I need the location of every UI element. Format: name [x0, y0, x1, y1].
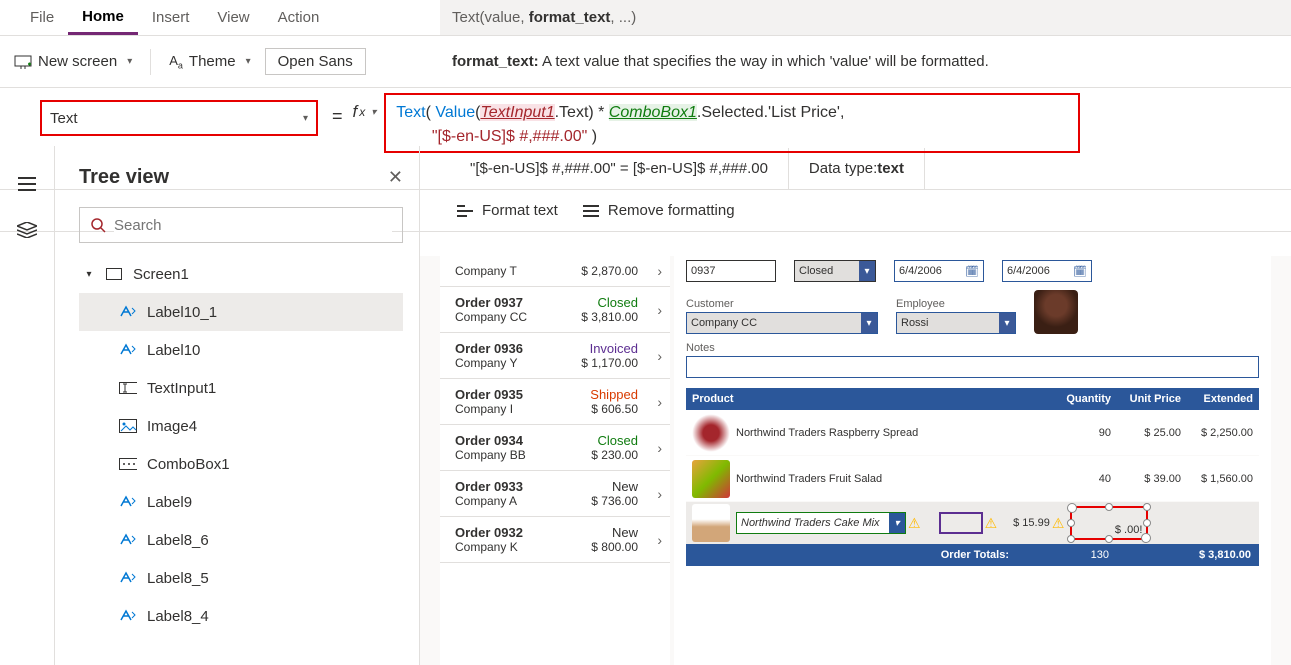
signature-description: format_text: A text value that specifies… — [452, 53, 989, 70]
close-icon[interactable]: ✕ — [388, 167, 403, 188]
order-list-item[interactable]: Order 0932Company KNew$ 800.00› — [440, 517, 670, 563]
font-selector[interactable]: Open Sans — [265, 48, 366, 75]
formula-preview: "[$-en-US]$ #,###.00" = [$-en-US]$ #,###… — [450, 148, 789, 189]
control-icon — [119, 343, 137, 357]
chevron-right-icon: › — [657, 394, 662, 410]
control-icon — [119, 381, 137, 395]
order-list-item[interactable]: Order 0937Company CCClosed$ 3,810.00› — [440, 287, 670, 333]
chevron-right-icon: › — [657, 440, 662, 456]
tree-item-label8_4[interactable]: Label8_4 — [79, 597, 403, 635]
tree-item-label10[interactable]: Label10 — [79, 331, 403, 369]
chevron-down-icon: ▾ — [303, 113, 308, 124]
menu-action[interactable]: Action — [264, 0, 334, 35]
layers-icon[interactable] — [17, 222, 37, 238]
control-icon — [119, 609, 137, 623]
search-input[interactable] — [114, 217, 392, 234]
tree-item-textinput1[interactable]: TextInput1 — [79, 369, 403, 407]
screen-icon — [105, 267, 123, 281]
search-icon — [90, 217, 106, 233]
tree-item-label10_1[interactable]: Label10_1 — [79, 293, 403, 331]
employee-label: Employee — [896, 298, 1016, 310]
order-list-item[interactable]: Order 0934Company BBClosed$ 230.00› — [440, 425, 670, 471]
menu-home[interactable]: Home — [68, 0, 138, 35]
menu-view[interactable]: View — [203, 0, 263, 35]
selected-label-extended[interactable]: $ .00! — [1070, 506, 1148, 540]
screen-icon — [14, 55, 32, 69]
product-table-header: Product Quantity Unit Price Extended — [686, 388, 1259, 410]
date2-input[interactable]: 6/4/2006🗓 — [1002, 260, 1092, 282]
order-totals-row: Order Totals: 130 $ 3,810.00 — [686, 544, 1259, 566]
control-icon — [119, 457, 137, 471]
notes-label: Notes — [686, 342, 1259, 354]
tree-item-image4[interactable]: Image4 — [79, 407, 403, 445]
chevron-right-icon: › — [657, 532, 662, 548]
employee-select[interactable]: Rossi — [896, 312, 1016, 334]
format-text-button[interactable]: Format text — [456, 202, 558, 219]
warning-icon: ⚠ — [1052, 515, 1065, 532]
product-combobox[interactable]: Northwind Traders Cake Mix — [736, 512, 906, 534]
remove-formatting-button[interactable]: Remove formatting — [582, 202, 735, 219]
chevron-right-icon: › — [657, 348, 662, 364]
chevron-down-icon: ▾ — [246, 56, 251, 67]
chevron-right-icon: › — [657, 302, 662, 318]
product-image — [692, 460, 730, 498]
data-type: Data type: text — [789, 148, 925, 189]
control-icon — [119, 533, 137, 547]
tree-root-screen1[interactable]: ▾ Screen1 — [79, 255, 403, 293]
control-icon — [119, 571, 137, 585]
order-detail: 0937 Closed 6/4/2006🗓 6/4/2006🗓 Customer… — [674, 256, 1271, 665]
tree-item-label8_6[interactable]: Label8_6 — [79, 521, 403, 559]
product-image — [692, 504, 730, 542]
order-list-item[interactable]: Order 0935Company IShipped$ 606.50› — [440, 379, 670, 425]
warning-icon: ⚠ — [908, 515, 921, 532]
date1-input[interactable]: 6/4/2006🗓 — [894, 260, 984, 282]
order-number-input[interactable]: 0937 — [686, 260, 776, 282]
product-image — [692, 414, 730, 452]
tree-item-label8_5[interactable]: Label8_5 — [79, 559, 403, 597]
property-selector[interactable]: Text ▾ — [40, 100, 318, 136]
formula-bar[interactable]: Text( Value(TextInput1.Text) * ComboBox1… — [384, 93, 1080, 153]
unit-price-label: $ 15.99 — [1013, 517, 1050, 529]
order-list-item[interactable]: Order 0933Company ANew$ 736.00› — [440, 471, 670, 517]
fx-button[interactable]: fx▾ — [353, 102, 377, 122]
chevron-down-icon: ▾ — [127, 56, 132, 67]
new-line-row: Northwind Traders Cake Mix ⚠ ⚠ $ 15.99 ⚠… — [686, 502, 1259, 544]
employee-avatar — [1034, 290, 1078, 334]
tree-item-combobox1[interactable]: ComboBox1 — [79, 445, 403, 483]
orders-list: Company T$ 2,870.00›Order 0937Company CC… — [440, 256, 670, 665]
menu-insert[interactable]: Insert — [138, 0, 204, 35]
hamburger-icon[interactable] — [17, 176, 37, 192]
signature-help: Text(value, format_text, ...) — [452, 9, 636, 26]
menu-file[interactable]: File — [16, 0, 68, 35]
customer-select[interactable]: Company CC — [686, 312, 878, 334]
quantity-input[interactable] — [939, 512, 983, 534]
chevron-right-icon: › — [657, 263, 662, 279]
tree-search[interactable] — [79, 207, 403, 243]
theme-icon: Aa — [169, 53, 183, 71]
status-select[interactable]: Closed — [794, 260, 876, 282]
warning-icon: ⚠ — [985, 515, 998, 532]
format-icon — [456, 205, 474, 217]
control-icon — [119, 419, 137, 433]
order-list-item[interactable]: Order 0936Company YInvoiced$ 1,170.00› — [440, 333, 670, 379]
tree-item-label9[interactable]: Label9 — [79, 483, 403, 521]
theme-button[interactable]: Aa Theme▾ — [155, 36, 264, 87]
customer-label: Customer — [686, 298, 878, 310]
notes-input[interactable] — [686, 356, 1259, 378]
control-icon — [119, 495, 137, 509]
chevron-down-icon: ▾ — [371, 107, 376, 118]
product-line: Northwind Traders Raspberry Spread90$ 25… — [686, 410, 1259, 456]
order-list-item[interactable]: Company T$ 2,870.00› — [440, 256, 670, 287]
chevron-right-icon: › — [657, 486, 662, 502]
remove-format-icon — [582, 205, 600, 217]
new-screen-button[interactable]: New screen▾ — [0, 36, 146, 87]
equals-label: = — [332, 106, 343, 127]
product-line: Northwind Traders Fruit Salad40$ 39.00$ … — [686, 456, 1259, 502]
caret-icon: ▾ — [83, 269, 95, 280]
tree-view-title: Tree view — [79, 166, 169, 189]
control-icon — [119, 305, 137, 319]
